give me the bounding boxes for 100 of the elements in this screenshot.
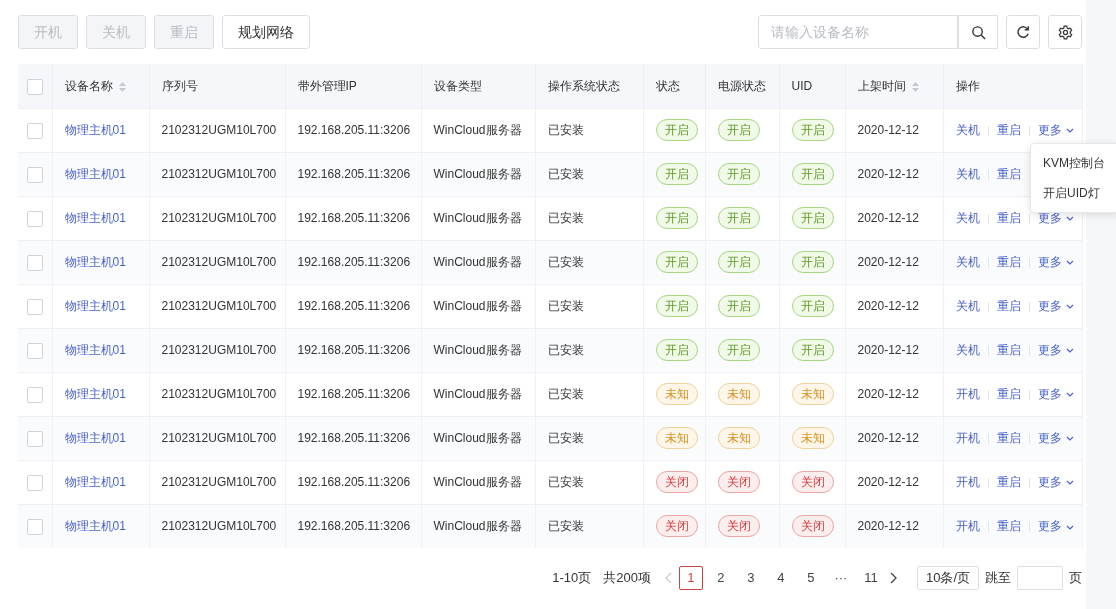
checkbox[interactable]	[27, 386, 43, 403]
action-link[interactable]: 更多	[1037, 211, 1062, 225]
action-link[interactable]: 开机	[955, 387, 980, 401]
chevron-right-icon[interactable]	[888, 572, 897, 584]
action-link[interactable]: 关机	[955, 299, 980, 313]
table-cell: 已安装	[547, 123, 584, 137]
page-button[interactable]: 1	[678, 566, 703, 590]
page-button[interactable]: 3	[738, 566, 763, 590]
action-link[interactable]: 更多	[1037, 255, 1062, 269]
action-link[interactable]: 关机	[955, 255, 980, 269]
settings-icon	[1057, 24, 1073, 40]
sort-icon[interactable]	[118, 81, 126, 92]
device-name-link[interactable]: 物理主机01	[64, 299, 126, 313]
checkbox[interactable]	[27, 254, 43, 271]
action-link[interactable]: 更多	[1037, 299, 1062, 313]
table-cell: 192.168.205.11:3206	[297, 123, 411, 137]
action-link[interactable]: 关机	[955, 343, 980, 357]
action-link[interactable]: 重启	[996, 431, 1021, 445]
action-link[interactable]: 重启	[996, 255, 1021, 269]
checkbox[interactable]	[27, 166, 43, 183]
checkbox[interactable]	[27, 519, 43, 536]
status-tag: 开启	[655, 251, 698, 273]
sort-icon[interactable]	[911, 81, 919, 92]
device-name-link[interactable]: 物理主机01	[64, 211, 126, 225]
checkbox[interactable]	[27, 298, 43, 315]
chevron-down-icon[interactable]	[1065, 260, 1074, 266]
checkbox[interactable]	[27, 210, 43, 227]
table-cell: WinCloud服务器	[433, 211, 522, 225]
action-link[interactable]: 更多	[1037, 387, 1062, 401]
device-name-link[interactable]: 物理主机01	[64, 475, 126, 489]
action-link[interactable]: 更多	[1037, 343, 1062, 357]
page-jump-field[interactable]	[1017, 566, 1063, 590]
action-link[interactable]: 更多	[1037, 431, 1062, 445]
chevron-down-icon[interactable]	[1065, 128, 1074, 134]
page-button[interactable]: 11	[858, 566, 883, 590]
table-cell: 2102312UGM10L700	[161, 211, 277, 225]
device-name-link[interactable]: 物理主机01	[64, 123, 126, 137]
table-cell: 2020-12-12	[857, 343, 919, 357]
action-link[interactable]: 重启	[996, 343, 1021, 357]
status-tag: 未知	[655, 383, 698, 405]
action-link[interactable]: 重启	[996, 211, 1021, 225]
table-cell: 2102312UGM10L700	[161, 255, 277, 269]
menu-item[interactable]: 开启UID灯	[1031, 178, 1116, 208]
action-link[interactable]: 关机	[955, 211, 980, 225]
action-link[interactable]: 更多	[1037, 519, 1062, 534]
action-link[interactable]: 开机	[955, 519, 980, 534]
jump-label: 跳至	[985, 569, 1011, 588]
checkbox[interactable]	[27, 78, 43, 95]
table-cell: 2102312UGM10L700	[161, 343, 277, 357]
chevron-down-icon[interactable]	[1065, 480, 1074, 486]
table-cell: 192.168.205.11:3206	[297, 299, 411, 313]
table-cell: 2102312UGM10L700	[161, 167, 277, 181]
chevron-down-icon[interactable]	[1065, 436, 1074, 442]
status-tag: 开启	[655, 295, 698, 317]
status-tag: 未知	[655, 427, 698, 449]
table-cell: WinCloud服务器	[433, 167, 522, 181]
action-link[interactable]: 重启	[996, 475, 1021, 489]
table-cell: 2102312UGM10L700	[161, 123, 277, 137]
status-tag: 关闭	[717, 515, 760, 538]
chevron-down-icon[interactable]	[1065, 348, 1074, 354]
checkbox[interactable]	[27, 122, 43, 139]
table-cell: 192.168.205.11:3206	[297, 343, 411, 357]
settings-button[interactable]	[1048, 15, 1082, 49]
action-link[interactable]: 关机	[955, 167, 980, 181]
table-cell: 已安装	[547, 343, 584, 357]
action-link[interactable]: 重启	[996, 123, 1021, 137]
chevron-down-icon[interactable]	[1065, 524, 1074, 530]
checkbox[interactable]	[27, 430, 43, 447]
search-icon	[970, 24, 986, 40]
chevron-down-icon[interactable]	[1065, 392, 1074, 398]
page-button[interactable]: 2	[708, 566, 733, 590]
search-button[interactable]	[958, 15, 998, 49]
page-button[interactable]: 4	[768, 566, 793, 590]
table-cell: 已安装	[547, 387, 584, 401]
chevron-down-icon[interactable]	[1065, 216, 1074, 222]
action-link[interactable]: 重启	[996, 299, 1021, 313]
action-link[interactable]: 更多	[1037, 123, 1062, 137]
device-name-link[interactable]: 物理主机01	[64, 387, 126, 401]
refresh-button[interactable]	[1006, 15, 1040, 49]
page-button[interactable]: 5	[798, 566, 823, 590]
search-field[interactable]: 请输入设备名称	[758, 15, 958, 49]
chevron-down-icon[interactable]	[1065, 304, 1074, 310]
table-cell: 192.168.205.11:3206	[297, 475, 411, 489]
action-link[interactable]: 开机	[955, 475, 980, 489]
checkbox[interactable]	[27, 342, 43, 359]
page-size-select[interactable]: 10条/页	[916, 566, 979, 590]
checkbox[interactable]	[27, 474, 43, 491]
status-tag: 关闭	[717, 471, 760, 493]
menu-item[interactable]: KVM控制台	[1031, 148, 1116, 178]
column-header: 带外管理IP	[297, 78, 357, 93]
action-link[interactable]: 开机	[955, 431, 980, 445]
action-link[interactable]: 重启	[996, 387, 1021, 401]
action-link[interactable]: 重启	[996, 519, 1021, 534]
page-button[interactable]: ···	[828, 566, 853, 590]
action-link[interactable]: 更多	[1037, 475, 1062, 489]
toolbar-button[interactable]: 规划网络	[222, 15, 310, 49]
table-cell: WinCloud服务器	[433, 255, 522, 269]
action-link[interactable]: 重启	[996, 167, 1021, 181]
action-link[interactable]: 关机	[955, 123, 980, 137]
table-cell: 2020-12-12	[857, 431, 919, 445]
